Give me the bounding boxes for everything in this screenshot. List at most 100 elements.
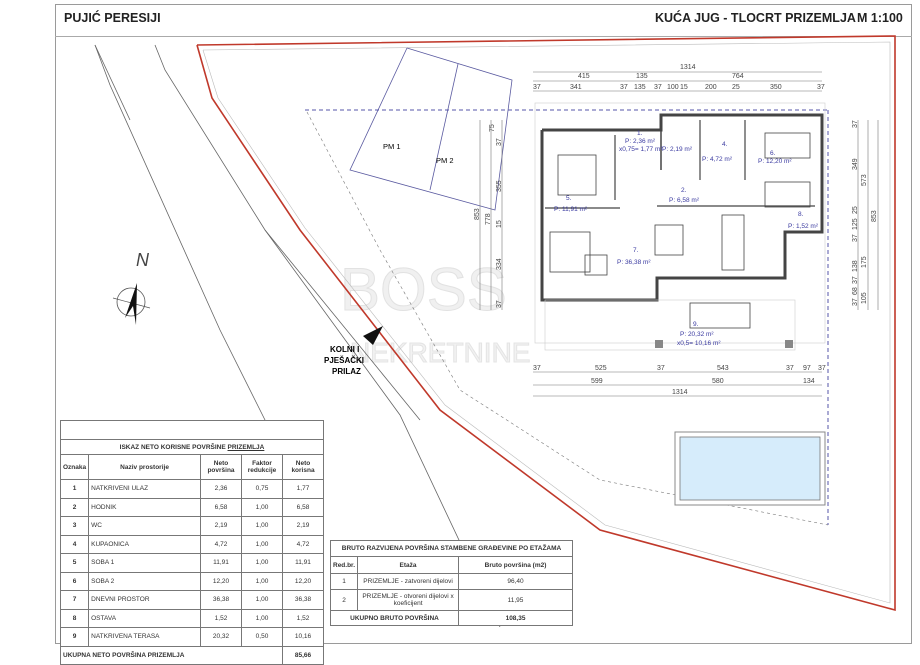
parking-label-2: PM 2 (436, 156, 454, 165)
svg-text:P: 2,19 m²: P: 2,19 m² (662, 146, 693, 153)
gross-area-table: BRUTO RAZVIJENA POVRŠINA STAMBENE GRAĐEV… (329, 540, 573, 626)
svg-text:599: 599 (591, 378, 603, 385)
svg-text:37: 37 (852, 298, 859, 306)
room-name: WC (88, 516, 201, 536)
svg-text:573: 573 (861, 174, 868, 186)
table-row: 2 PRIZEMLJE - otvoreni dijelovi x koefici… (329, 589, 573, 611)
svg-text:37: 37 (533, 365, 541, 372)
svg-text:334: 334 (496, 258, 503, 270)
svg-text:P: 4,72 m²: P: 4,72 m² (702, 156, 733, 163)
svg-text:9.: 9. (693, 321, 699, 328)
access-label-2: PJEŠAČKI (324, 356, 364, 365)
svg-text:1.: 1. (637, 130, 643, 137)
room-name: OSTAVA (88, 608, 201, 628)
svg-text:105: 105 (861, 292, 868, 304)
pillar (655, 340, 663, 348)
svg-text:135: 135 (636, 73, 648, 80)
svg-text:P: 20,32 m²: P: 20,32 m² (680, 331, 714, 338)
reduction-factor: 0,50 (241, 627, 283, 647)
reduction-factor: 1,00 (241, 590, 283, 610)
svg-text:5.: 5. (566, 195, 572, 202)
reduction-factor: 1,00 (241, 571, 283, 591)
net-usable: 1,77 (282, 479, 324, 499)
room-labels: 1. P: 2,36 m² x0,75= 1,77 m² P: 2,19 m² … (554, 130, 819, 347)
svg-text:37: 37 (620, 84, 628, 91)
svg-text:4.: 4. (722, 141, 728, 148)
blurred-title-row (60, 420, 324, 440)
svg-text:37: 37 (533, 84, 541, 91)
svg-text:37: 37 (496, 138, 503, 146)
reduction-factor: 1,00 (241, 534, 283, 554)
svg-text:P: 12,20 m²: P: 12,20 m² (758, 158, 792, 165)
table-row: 9 NATKRIVENA TERASA 20,32 0,50 10,16 (59, 627, 324, 647)
net-area: 20,32 (200, 627, 242, 647)
svg-text:25: 25 (732, 84, 740, 91)
table-row: 5 SOBA 1 11,91 1,00 11,91 (59, 553, 324, 573)
north-label: N (136, 250, 150, 270)
svg-text:15: 15 (496, 220, 503, 228)
net-area: 12,20 (200, 571, 242, 591)
access-label-3: PRILAZ (332, 367, 361, 376)
room-number: 2 (59, 497, 90, 517)
svg-text:853: 853 (474, 208, 481, 220)
room-number: 4 (59, 534, 90, 554)
svg-text:P: 6,58 m²: P: 6,58 m² (669, 197, 700, 204)
svg-text:778: 778 (485, 213, 492, 225)
net-table-title: ISKAZ NETO KORISNE POVRŠINE PRIZEMLJA (60, 439, 324, 455)
compass-icon (112, 283, 151, 325)
net-usable: 2,19 (282, 516, 324, 536)
svg-text:37: 37 (818, 365, 826, 372)
net-area: 1,52 (200, 608, 242, 628)
table-row: 2 HODNIK 6,58 1,00 6,58 (59, 497, 324, 517)
room-name: SOBA 1 (88, 553, 201, 573)
reduction-factor: 1,00 (241, 553, 283, 573)
room-number: 8 (59, 608, 90, 628)
svg-text:125: 125 (852, 218, 859, 230)
net-usable: 6,58 (282, 497, 324, 517)
room-number: 3 (59, 516, 90, 536)
svg-text:P: 11,91 m²: P: 11,91 m² (554, 206, 588, 213)
svg-text:75: 75 (489, 124, 496, 132)
net-area: 36,38 (200, 590, 242, 610)
svg-text:175: 175 (861, 256, 868, 268)
table-header: Oznaka Naziv prostorije Neto površina Fa… (59, 454, 324, 480)
room-name: HODNIK (88, 497, 201, 517)
svg-text:NEKRETNINE: NEKRETNINE (350, 337, 530, 368)
net-usable: 12,20 (282, 571, 324, 591)
net-usable: 36,38 (282, 590, 324, 610)
room-name: DNEVNI PROSTOR (88, 590, 201, 610)
svg-text:355: 355 (496, 180, 503, 192)
svg-text:37: 37 (657, 365, 665, 372)
net-area: 2,36 (200, 479, 242, 499)
dimension-lines (479, 71, 879, 397)
table-total-row: UKUPNA NETO POVRŠINA PRIZEMLJA 85,66 (60, 645, 324, 665)
svg-text:1314: 1314 (672, 389, 688, 396)
svg-text:6.: 6. (770, 150, 776, 157)
net-area: 4,72 (200, 534, 242, 554)
svg-text:P: 2,36 m²: P: 2,36 m² (625, 138, 656, 145)
room-name: NATKRIVENI ULAZ (88, 479, 201, 499)
svg-text:P: 36,38 m²: P: 36,38 m² (617, 259, 651, 266)
room-name: SOBA 2 (88, 571, 201, 591)
reduction-factor: 1,00 (241, 516, 283, 536)
svg-text:37: 37 (852, 234, 859, 242)
svg-text:341: 341 (570, 84, 582, 91)
parking-label-1: PM 1 (383, 142, 401, 151)
net-area: 2,19 (200, 516, 242, 536)
table-header: Red.br. Etaža Bruto površina (m2) (329, 556, 573, 574)
table-total-row: UKUPNO BRUTO POVRŠINA 108,35 (329, 610, 573, 626)
access-label-1: KOLNI I (330, 345, 359, 354)
table-row: 1 NATKRIVENI ULAZ 2,36 0,75 1,77 (59, 479, 324, 499)
svg-text:x0,75= 1,77 m²: x0,75= 1,77 m² (619, 146, 663, 153)
svg-text:525: 525 (595, 365, 607, 372)
table-row: 7 DNEVNI PROSTOR 36,38 1,00 36,38 (59, 590, 324, 610)
svg-text:764: 764 (732, 73, 744, 80)
table-row: 4 KUPAONICA 4,72 1,00 4,72 (59, 534, 324, 554)
net-usable: 4,72 (282, 534, 324, 554)
svg-text:135: 135 (634, 84, 646, 91)
net-usable: 11,91 (282, 553, 324, 573)
svg-text:200: 200 (705, 84, 717, 91)
svg-text:134: 134 (803, 378, 815, 385)
table-row: 3 WC 2,19 1,00 2,19 (59, 516, 324, 536)
parking-spaces (349, 47, 513, 211)
